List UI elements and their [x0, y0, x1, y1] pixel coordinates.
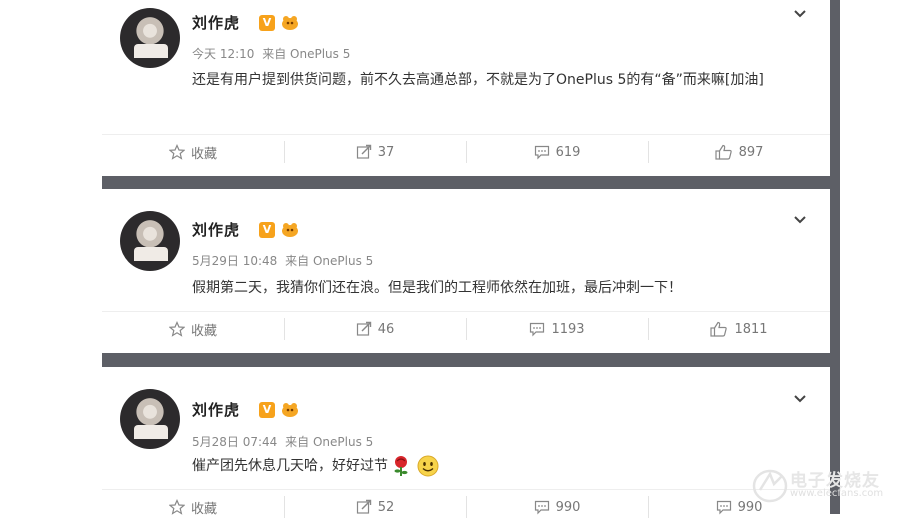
author-name[interactable]: 刘作虎: [192, 399, 240, 420]
avatar[interactable]: [120, 389, 180, 449]
comment-icon: [530, 322, 545, 337]
chevron-down-icon[interactable]: [792, 5, 808, 21]
star-icon: [168, 321, 185, 337]
post-meta: 今天 12:10 来自 OnePlus 5: [192, 45, 350, 62]
repost-icon: [356, 144, 371, 159]
comment-count: 990: [555, 499, 581, 515]
repost-icon: [356, 499, 371, 514]
comment-count: 1193: [551, 321, 585, 337]
thumbs-up-icon: [714, 144, 732, 160]
post-text: 假期第二天，我猜你们还在浪。但是我们的工程师依然在加班，最后冲刺一下！: [192, 280, 682, 296]
watermark-url: www.elecfans.com: [790, 488, 884, 499]
repost-count: 37: [377, 144, 395, 160]
post-actions: 收藏 37 619 897: [102, 134, 830, 169]
verified-badge-icon: V: [259, 402, 275, 418]
post-text: 催产团先休息几天哈，好好过节: [192, 458, 388, 474]
author-name[interactable]: 刘作虎: [192, 219, 240, 240]
post-time[interactable]: 5月28日 07:44: [192, 435, 277, 449]
author-name[interactable]: 刘作虎: [192, 12, 240, 33]
post-meta: 5月28日 07:44 来自 OnePlus 5: [192, 433, 373, 450]
smile-icon: [417, 455, 439, 477]
vip-icon: [282, 403, 298, 417]
star-icon: [168, 144, 185, 160]
chevron-down-icon[interactable]: [792, 390, 808, 406]
avatar[interactable]: [120, 8, 180, 68]
post-text-container: 催产团先休息几天哈，好好过节: [192, 454, 812, 479]
like-count: 1811: [734, 321, 768, 337]
favorite-button[interactable]: 收藏: [102, 312, 284, 346]
vip-icon: [282, 16, 298, 30]
weibo-post-3: 刘作虎 V 5月28日 07:44 来自 OnePlus 5 催产团先休息几天哈…: [102, 367, 830, 518]
post-source[interactable]: 来自 OnePlus 5: [285, 254, 373, 268]
post-actions: 收藏 52 990 990: [102, 489, 830, 524]
rose-icon: [394, 456, 408, 476]
repost-count: 46: [377, 321, 395, 337]
post-source[interactable]: 来自 OnePlus 5: [262, 47, 350, 61]
comment-icon: [534, 500, 549, 515]
repost-icon: [356, 321, 371, 336]
verified-badge-icon: V: [259, 15, 275, 31]
post-actions: 收藏 46 1193 1811: [102, 311, 830, 346]
favorite-label: 收藏: [190, 323, 217, 339]
comment-button[interactable]: 619: [466, 135, 648, 169]
comment-button[interactable]: 1193: [466, 312, 648, 346]
like-count: 897: [738, 144, 764, 160]
post-meta: 5月29日 10:48 来自 OnePlus 5: [192, 252, 373, 269]
repost-button[interactable]: 46: [284, 312, 466, 346]
repost-button[interactable]: 37: [284, 135, 466, 169]
favorite-button[interactable]: 收藏: [102, 135, 284, 169]
post-time[interactable]: 5月29日 10:48: [192, 254, 277, 268]
chevron-down-icon[interactable]: [792, 211, 808, 227]
favorite-label: 收藏: [190, 146, 217, 162]
repost-count: 52: [377, 499, 395, 515]
post-time[interactable]: 今天 12:10: [192, 47, 254, 61]
weibo-post-1: 刘作虎 V 今天 12:10 来自 OnePlus 5 还是有用户提到供货问题，…: [102, 0, 830, 176]
repost-button[interactable]: 52: [284, 490, 466, 524]
post-text: 还是有用户提到供货问题，前不久去高通总部，不就是为了OnePlus 5的有“备”…: [192, 72, 764, 88]
favorite-button[interactable]: 收藏: [102, 490, 284, 524]
thumbs-up-icon: [710, 321, 728, 337]
comment-icon: [534, 145, 549, 160]
weibo-post-2: 刘作虎 V 5月29日 10:48 来自 OnePlus 5 假期第二天，我猜你…: [102, 189, 830, 353]
like-button[interactable]: 1811: [648, 312, 830, 346]
vip-icon: [282, 223, 298, 237]
like-button[interactable]: 897: [648, 135, 830, 169]
star-icon: [168, 499, 185, 515]
comment-count: 619: [555, 144, 581, 160]
verified-badge-icon: V: [259, 222, 275, 238]
comment-button[interactable]: 990: [466, 490, 648, 524]
comment-icon: [716, 500, 731, 515]
post-source[interactable]: 来自 OnePlus 5: [285, 435, 373, 449]
avatar[interactable]: [120, 211, 180, 271]
